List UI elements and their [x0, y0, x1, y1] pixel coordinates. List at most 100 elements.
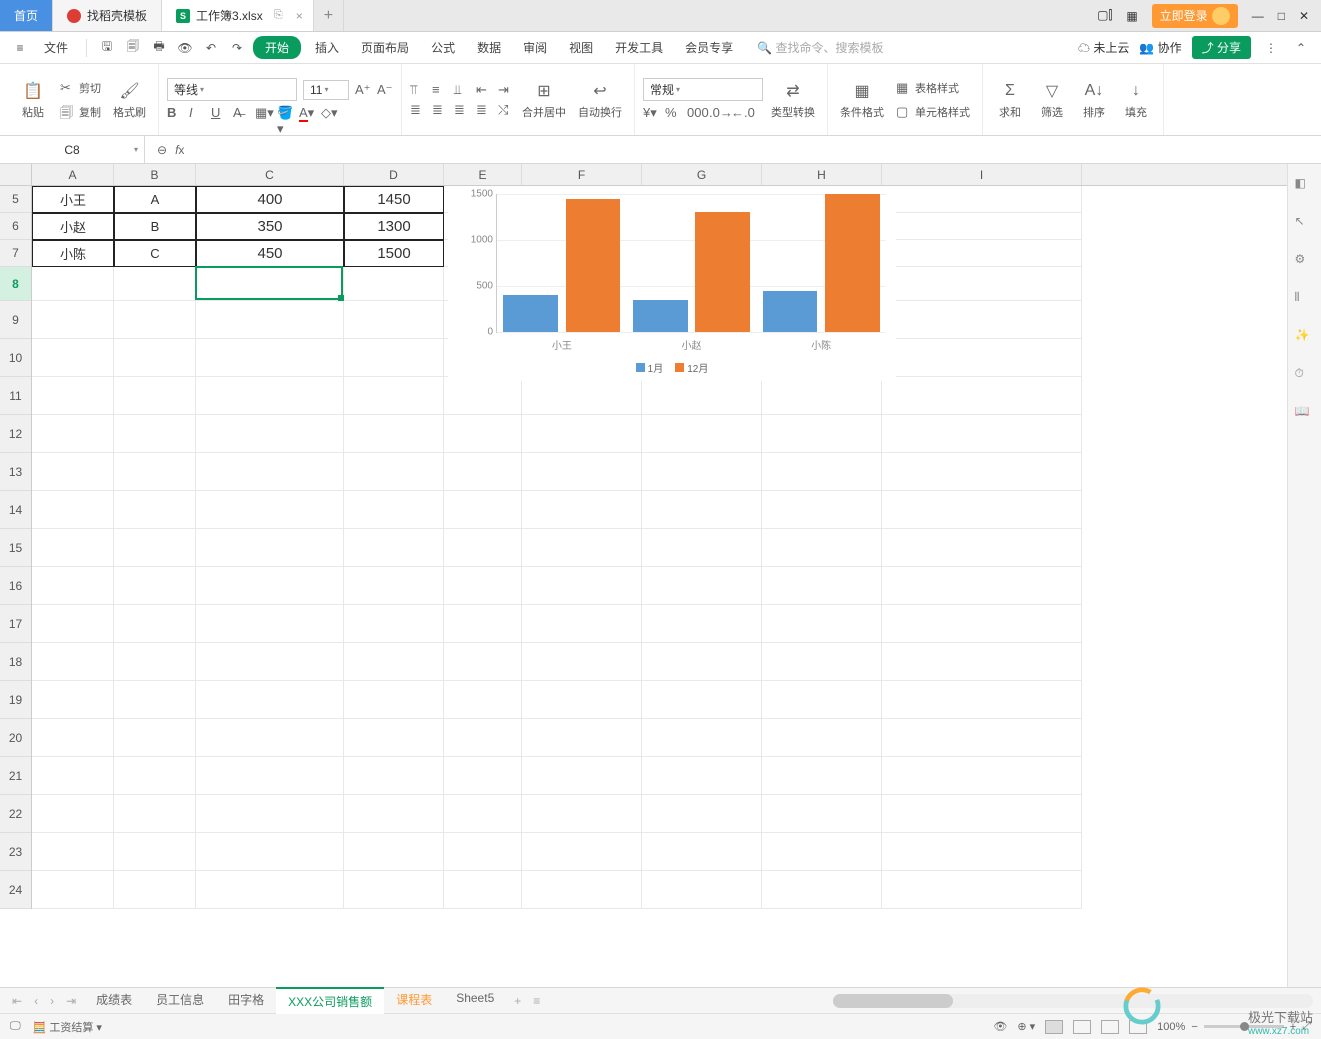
cell-E16[interactable]: [444, 567, 522, 605]
side-book-icon[interactable]: 📖: [1295, 404, 1315, 424]
indent-inc-icon[interactable]: ⇥: [498, 82, 514, 98]
cell-D24[interactable]: [344, 871, 444, 909]
sheet-tab-1[interactable]: 员工信息: [144, 987, 216, 1014]
cell-B19[interactable]: [114, 681, 196, 719]
strike-icon[interactable]: A̶: [233, 105, 249, 121]
tab-template[interactable]: 找稻壳模板: [53, 0, 162, 31]
autowrap-button[interactable]: ↩自动换行: [574, 76, 626, 124]
cell-I24[interactable]: [882, 871, 1082, 909]
cell-G20[interactable]: [642, 719, 762, 757]
col-head-F[interactable]: F: [522, 164, 642, 185]
cell-G21[interactable]: [642, 757, 762, 795]
menu-icon[interactable]: ≡: [10, 38, 30, 58]
more-icon[interactable]: ⋮: [1261, 38, 1281, 58]
cell-I22[interactable]: [882, 795, 1082, 833]
cell-D10[interactable]: [344, 339, 444, 377]
cell-C9[interactable]: [196, 301, 344, 339]
cell-I6[interactable]: [882, 213, 1082, 240]
cell-F13[interactable]: [522, 453, 642, 491]
window-close-icon[interactable]: ✕: [1299, 9, 1309, 23]
formula-input[interactable]: [196, 136, 1321, 163]
pin-icon[interactable]: ⎘: [274, 9, 283, 22]
align-middle-icon[interactable]: ≡: [432, 82, 448, 98]
cell-A18[interactable]: [32, 643, 114, 681]
sheet-list[interactable]: ≡: [529, 994, 544, 1008]
cell-F20[interactable]: [522, 719, 642, 757]
cell-A9[interactable]: [32, 301, 114, 339]
row-head-9[interactable]: 9: [0, 301, 31, 339]
sort-button[interactable]: A↓排序: [1075, 76, 1113, 124]
cell-C10[interactable]: [196, 339, 344, 377]
minimize-icon[interactable]: —: [1252, 9, 1264, 23]
paste-button[interactable]: 📋粘贴: [14, 76, 52, 124]
cell-C15[interactable]: [196, 529, 344, 567]
cell-I14[interactable]: [882, 491, 1082, 529]
cell-E15[interactable]: [444, 529, 522, 567]
side-cursor-icon[interactable]: ↖: [1295, 214, 1315, 234]
cell-D9[interactable]: [344, 301, 444, 339]
cell-B22[interactable]: [114, 795, 196, 833]
cell-E14[interactable]: [444, 491, 522, 529]
cell-E19[interactable]: [444, 681, 522, 719]
cell-B17[interactable]: [114, 605, 196, 643]
italic-icon[interactable]: I: [189, 105, 205, 121]
cell-D7[interactable]: 1500: [344, 240, 444, 267]
row-head-20[interactable]: 20: [0, 719, 31, 757]
cell-G22[interactable]: [642, 795, 762, 833]
font-size-dropdown[interactable]: 11▾: [303, 80, 349, 100]
merge-center-button[interactable]: ⊞合并居中: [518, 76, 570, 124]
col-head-B[interactable]: B: [114, 164, 196, 185]
cell-C21[interactable]: [196, 757, 344, 795]
cell-A23[interactable]: [32, 833, 114, 871]
cell-F21[interactable]: [522, 757, 642, 795]
select-all-corner[interactable]: [0, 164, 32, 186]
row-head-5[interactable]: 5: [0, 186, 31, 213]
cell-C16[interactable]: [196, 567, 344, 605]
cell-D13[interactable]: [344, 453, 444, 491]
cut-button[interactable]: ✂剪切: [56, 78, 105, 98]
filter-button[interactable]: ▽筛选: [1033, 76, 1071, 124]
cell-F23[interactable]: [522, 833, 642, 871]
align-justify-icon[interactable]: ≣: [476, 102, 492, 118]
print-icon[interactable]: 🖶: [149, 38, 169, 58]
cell-I18[interactable]: [882, 643, 1082, 681]
undo-icon[interactable]: ↶: [201, 38, 221, 58]
row-head-18[interactable]: 18: [0, 643, 31, 681]
cell-D12[interactable]: [344, 415, 444, 453]
cell-I13[interactable]: [882, 453, 1082, 491]
sheet-nav-prev[interactable]: ‹: [30, 994, 42, 1008]
fontcolor-icon[interactable]: A▾: [299, 105, 315, 121]
cell-F14[interactable]: [522, 491, 642, 529]
cell-F12[interactable]: [522, 415, 642, 453]
cell-C14[interactable]: [196, 491, 344, 529]
cell-D20[interactable]: [344, 719, 444, 757]
cell-E23[interactable]: [444, 833, 522, 871]
menu-member[interactable]: 会员专享: [677, 35, 741, 60]
currency-icon[interactable]: ¥▾: [643, 105, 659, 121]
cell-F18[interactable]: [522, 643, 642, 681]
cell-D5[interactable]: 1450: [344, 186, 444, 213]
cell-H19[interactable]: [762, 681, 882, 719]
cell-I23[interactable]: [882, 833, 1082, 871]
spreadsheet-grid[interactable]: ABCDEFGHI 567891011121314151617181920212…: [0, 164, 1287, 987]
cell-I9[interactable]: [882, 301, 1082, 339]
bold-icon[interactable]: B: [167, 105, 183, 121]
cell-H15[interactable]: [762, 529, 882, 567]
copy-button[interactable]: 🗐复制: [56, 102, 105, 122]
sheet-tab-3[interactable]: XXX公司销售额: [276, 987, 384, 1014]
align-center-icon[interactable]: ≣: [432, 102, 448, 118]
align-top-icon[interactable]: ⫪: [410, 82, 426, 98]
cell-style-button[interactable]: ▢单元格样式: [892, 102, 974, 122]
cell-C22[interactable]: [196, 795, 344, 833]
cell-B24[interactable]: [114, 871, 196, 909]
cell-I21[interactable]: [882, 757, 1082, 795]
align-bottom-icon[interactable]: ⫫: [454, 82, 470, 98]
cell-E24[interactable]: [444, 871, 522, 909]
row-head-24[interactable]: 24: [0, 871, 31, 909]
cell-I20[interactable]: [882, 719, 1082, 757]
cell-E12[interactable]: [444, 415, 522, 453]
cell-A24[interactable]: [32, 871, 114, 909]
cell-A10[interactable]: [32, 339, 114, 377]
col-head-I[interactable]: I: [882, 164, 1082, 185]
cell-I8[interactable]: [882, 267, 1082, 301]
